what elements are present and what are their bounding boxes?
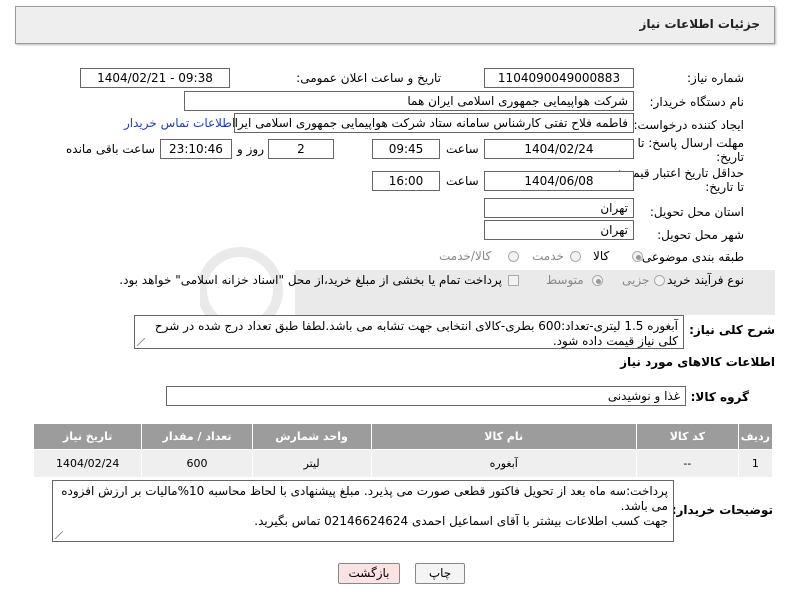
process-radio-minor[interactable]: [654, 275, 665, 286]
goods-section-title: اطلاعات کالاهای مورد نیاز: [620, 355, 775, 369]
payment-treasury-checkbox[interactable]: [508, 275, 519, 286]
remaining-time-field: 23:10:46: [160, 139, 232, 159]
print-button[interactable]: چاپ: [415, 563, 465, 584]
category-option-service: خدمت: [532, 249, 564, 263]
resize-handle-icon[interactable]: [137, 338, 145, 346]
deadline-date-field: 1404/02/24: [484, 139, 634, 159]
cell-code: --: [635, 449, 739, 478]
announce-label: تاریخ و ساعت اعلان عمومی:: [296, 71, 441, 85]
price-validity-date-field: 1404/06/08: [484, 171, 634, 191]
goods-group-field: غذا و نوشیدنی: [166, 386, 686, 406]
description-field: آبغوره 1.5 لیتری-تعداد:600 بطری-کالای ان…: [134, 315, 684, 349]
table-row[interactable]: 1 -- آبغوره لیتر 600 1404/02/24: [32, 449, 774, 478]
need-number-field: 1104090049000883: [484, 68, 634, 88]
category-radio-goods[interactable]: [632, 251, 643, 262]
process-option-minor: جزیی: [622, 273, 650, 287]
city-label: شهر محل تحویل:: [657, 228, 744, 242]
cell-unit: لیتر: [251, 449, 372, 478]
col-need-date: تاریخ نیاز: [32, 423, 143, 450]
province-field: تهران: [484, 198, 634, 218]
need-number-label: شماره نیاز:: [687, 71, 744, 85]
remaining-time-label: ساعت باقی مانده: [66, 142, 156, 156]
price-validity-label: حداقل تاریخ اعتبار قیمت:: [617, 166, 744, 180]
deadline-time-label: ساعت: [446, 142, 479, 156]
announce-datetime-field: 1404/02/21 - 09:38: [80, 68, 230, 88]
goods-table: ردیف کد کالا نام کالا واحد شمارش تعداد /…: [32, 423, 774, 478]
cell-need-date: 1404/02/24: [32, 449, 143, 478]
back-button[interactable]: بازگشت: [338, 563, 400, 584]
price-validity-time-label: ساعت: [446, 174, 479, 188]
days-remaining-field: 2: [268, 139, 334, 159]
col-quantity: تعداد / مقدار: [141, 423, 253, 450]
buyer-org-field: شرکت هواپیمایی جمهوری اسلامی ایران هما: [184, 91, 634, 111]
price-validity-label-date: تا تاریخ:: [705, 180, 744, 194]
day-and-label: روز و: [237, 142, 264, 156]
buyer-notes-line-2: جهت کسب اطلاعات بیشتر با آقای اسماعیل اح…: [254, 514, 668, 528]
buyer-notes-label: توضیحات خریدار:: [671, 503, 773, 517]
col-unit: واحد شمارش: [251, 423, 372, 450]
category-radio-goods-service[interactable]: [508, 251, 519, 262]
cell-name: آبغوره: [370, 449, 637, 478]
category-label: طبقه بندی موضوعی:: [637, 250, 744, 264]
table-header-row: ردیف کد کالا نام کالا واحد شمارش تعداد /…: [32, 423, 774, 450]
buyer-org-label: نام دستگاه خریدار:: [649, 95, 745, 109]
process-option-medium: متوسط: [546, 273, 584, 287]
page-title: جزئیات اطلاعات نیاز: [639, 17, 760, 31]
payment-treasury-note: پرداخت تمام یا بخشی از مبلغ خرید،از محل …: [119, 273, 502, 287]
category-option-goods-service: کالا/خدمت: [439, 249, 492, 263]
deadline-label-date: تاریخ:: [716, 150, 744, 164]
price-validity-time-field: 16:00: [372, 171, 440, 191]
description-label: شرح کلی نیاز:: [689, 323, 775, 337]
col-code: کد کالا: [635, 423, 739, 450]
category-radio-service[interactable]: [570, 251, 581, 262]
deadline-label: مهلت ارسال پاسخ: تا: [637, 136, 744, 150]
cell-row: 1: [737, 449, 774, 478]
buyer-notes-field: پرداخت:سه ماه بعد از تحویل فاکتور قطعی ص…: [52, 480, 674, 542]
process-label: نوع فرآیند خرید :: [659, 273, 744, 287]
resize-handle-icon[interactable]: [55, 531, 63, 539]
cell-quantity: 600: [141, 449, 253, 478]
goods-group-label: گروه کالا:: [690, 390, 749, 404]
city-field: تهران: [484, 220, 634, 240]
header-panel: جزئیات اطلاعات نیاز: [15, 6, 775, 44]
buyer-notes-line-1: پرداخت:سه ماه بعد از تحویل فاکتور قطعی ص…: [61, 484, 668, 513]
category-option-goods: کالا: [593, 249, 610, 263]
process-radio-medium[interactable]: [592, 275, 603, 286]
province-label: استان محل تحویل:: [649, 205, 744, 219]
buyer-contact-link[interactable]: اطلاعات تماس خریدار: [124, 116, 235, 130]
requester-label: ایجاد کننده درخواست:: [633, 118, 744, 132]
description-text: آبغوره 1.5 لیتری-تعداد:600 بطری-کالای ان…: [154, 319, 678, 348]
requester-field: فاطمه فلاح تفتی کارشناس سامانه ستاد شرکت…: [234, 113, 634, 133]
deadline-time-field: 09:45: [372, 139, 440, 159]
col-row: ردیف: [737, 423, 774, 450]
col-name: نام کالا: [370, 423, 637, 450]
